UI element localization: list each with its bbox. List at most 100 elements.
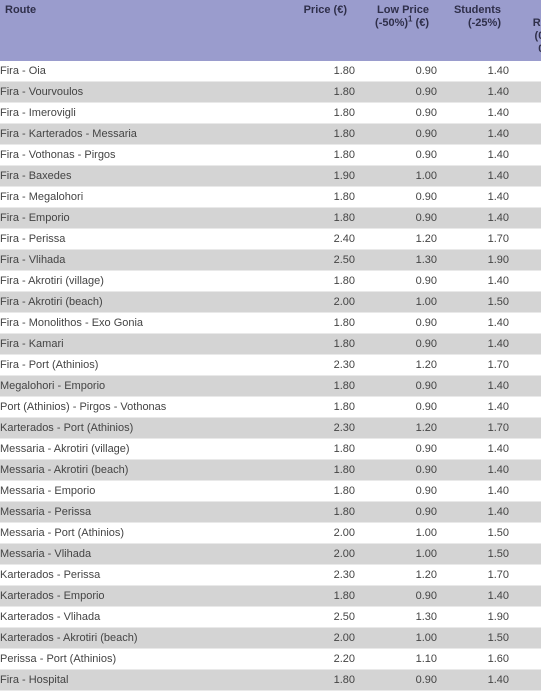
cell-route: Fira - Karterados - Messaria	[0, 123, 285, 145]
cell-night-route: 2.40	[509, 165, 541, 187]
cell-route: Messaria - Akrotiri (beach)	[0, 459, 285, 481]
cell-students: 1.40	[437, 375, 509, 397]
cell-low-price: 1.00	[355, 291, 437, 313]
cell-night-route: 2.50	[509, 522, 541, 544]
table-row: Fira - Akrotiri (beach)2.001.001.502.50	[0, 291, 541, 313]
cell-price: 2.00	[285, 522, 355, 544]
column-header-route: Route	[0, 0, 285, 61]
cell-night-route: 2.30	[509, 459, 541, 481]
table-row: Messaria - Emporio1.800.901.402.30	[0, 480, 541, 502]
table-row: Fira - Monolithos - Exo Gonia 1.80 0.90 1.4…	[0, 312, 541, 334]
cell-low-price: 1.20	[355, 417, 437, 439]
cell-route: Karterados - Perissa	[0, 564, 285, 586]
cell-night-route: 2.90	[509, 564, 541, 586]
cell-route: Fira - Monolithos - Exo Gonia	[0, 312, 285, 334]
cell-price: 1.90	[285, 165, 355, 187]
cell-students: 1.40	[437, 186, 509, 208]
cell-route: Messaria - Vlihada	[0, 543, 285, 565]
column-header-night-routes: Night Routes (00:30-05:00)	[509, 0, 541, 61]
table-row: Fira - Hospital1.800.901.402.30	[0, 669, 541, 691]
cell-route: Fira - Oia	[0, 61, 285, 82]
table-row: Fira - Oia1.800.901.402.30	[0, 61, 541, 82]
cell-night-route: 2.50	[509, 291, 541, 313]
table-row: Fira - Imerovigli1.800.901.402.30	[0, 102, 541, 124]
table-row: Fira - Kamari1.800.901.402.30	[0, 333, 541, 355]
cell-students: 1.90	[437, 606, 509, 628]
cell-night-route: 3.00	[509, 228, 541, 250]
column-header-students-line2: (-25%)	[467, 17, 501, 29]
cell-night-route: 3.10	[509, 249, 541, 271]
column-header-price: Price (€)	[285, 0, 355, 61]
cell-route: Fira - Emporio	[0, 207, 285, 229]
cell-students: 1.50	[437, 522, 509, 544]
table-row: Perissa - Port (Athinios)2.201.101.602.8…	[0, 648, 541, 670]
cell-night-route: 2.50	[509, 627, 541, 649]
cell-route: Fira - Perissa	[0, 228, 285, 250]
cell-night-route: 2.30	[509, 61, 541, 82]
cell-night-route: 2.30	[509, 501, 541, 523]
cell-price: 1.80	[285, 144, 355, 166]
table-row: Karterados - Akrotiri (beach) 2.00 1.00 1.5…	[0, 627, 541, 649]
column-header-low-price-line1: Low Price	[377, 4, 429, 16]
cell-night-route: 2.30	[509, 396, 541, 418]
cell-low-price: 1.10	[355, 648, 437, 670]
cell-students: 1.50	[437, 627, 509, 649]
table-row: Fira - Vlihada2.501.301.903.10	[0, 249, 541, 271]
cell-night-route: 2.30	[509, 207, 541, 229]
cell-route: Megalohori - Emporio	[0, 375, 285, 397]
table-row: Fira - Perissa2.401.201.703.00	[0, 228, 541, 250]
cell-low-price: 0.90	[355, 123, 437, 145]
cell-route: Fira - Megalohori	[0, 186, 285, 208]
cell-low-price: 0.90	[355, 459, 437, 481]
cell-students: 1.70	[437, 228, 509, 250]
cell-low-price: 0.90	[355, 480, 437, 502]
header-row: Route Price (€) Low Price (-50%)1 (€) St…	[0, 0, 541, 61]
cell-low-price: 0.90	[355, 333, 437, 355]
cell-night-route: 2.30	[509, 270, 541, 292]
cell-night-route: 2.30	[509, 375, 541, 397]
cell-price: 2.20	[285, 648, 355, 670]
cell-students: 1.90	[437, 249, 509, 271]
column-header-night-line3: (00:30-05:00)	[534, 30, 541, 55]
table-row: Fira - Vourvoulos1.800.901.402.30	[0, 81, 541, 103]
cell-night-route: 2.30	[509, 312, 541, 334]
cell-night-route: 2.90	[509, 417, 541, 439]
cell-students: 1.40	[437, 480, 509, 502]
cell-night-route: 2.30	[509, 144, 541, 166]
cell-price: 1.80	[285, 396, 355, 418]
cell-price: 1.80	[285, 459, 355, 481]
cell-price: 1.80	[285, 312, 355, 334]
cell-route: Port (Athinios) - Pirgos - Vothonas	[0, 396, 285, 418]
cell-low-price: 1.20	[355, 564, 437, 586]
cell-students: 1.40	[437, 396, 509, 418]
fare-table: Route Price (€) Low Price (-50%)1 (€) St…	[0, 0, 541, 691]
cell-low-price: 0.90	[355, 396, 437, 418]
cell-price: 1.80	[285, 375, 355, 397]
cell-price: 2.40	[285, 228, 355, 250]
cell-students: 1.40	[437, 165, 509, 187]
table-row: Fira - Karterados - Messaria 1.80 0.90 1.40…	[0, 123, 541, 145]
cell-students: 1.40	[437, 669, 509, 691]
cell-price: 2.00	[285, 543, 355, 565]
cell-students: 1.50	[437, 291, 509, 313]
cell-route: Fira - Vlihada	[0, 249, 285, 271]
cell-low-price: 1.00	[355, 627, 437, 649]
cell-route: Karterados - Akrotiri (beach)	[0, 627, 285, 649]
cell-low-price: 0.90	[355, 375, 437, 397]
table-row: Karterados - Emporio1.800.901.402.30	[0, 585, 541, 607]
cell-price: 1.80	[285, 669, 355, 691]
cell-price: 1.80	[285, 61, 355, 82]
table-row: Karterados - Port (Athinios) 2.30 1.20 1.70…	[0, 417, 541, 439]
cell-price: 2.00	[285, 291, 355, 313]
column-header-low-price: Low Price (-50%)1 (€)	[355, 0, 437, 61]
table-row: Messaria - Akrotiri (village) 1.80 0.90 1.4…	[0, 438, 541, 460]
cell-price: 2.30	[285, 417, 355, 439]
cell-low-price: 0.90	[355, 186, 437, 208]
cell-low-price: 1.00	[355, 165, 437, 187]
cell-price: 1.80	[285, 81, 355, 103]
cell-low-price: 0.90	[355, 585, 437, 607]
cell-students: 1.60	[437, 648, 509, 670]
table-row: Fira - Megalohori1.800.901.402.30	[0, 186, 541, 208]
table-row: Fira - Vothonas - Pirgos1.800.901.402.30	[0, 144, 541, 166]
cell-price: 2.30	[285, 354, 355, 376]
